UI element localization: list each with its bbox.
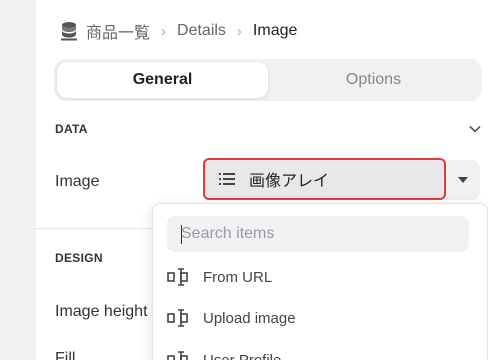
breadcrumb-item-image: Image <box>252 22 298 39</box>
chevron-down-icon[interactable] <box>468 122 482 136</box>
image-field-label: Image <box>55 173 100 190</box>
image-select[interactable]: 画像アレイ <box>203 158 446 200</box>
select-dropdown-toggle[interactable] <box>446 160 480 200</box>
tab-general[interactable]: General <box>57 62 268 98</box>
breadcrumb: 商品一覧 › Details › Image <box>60 20 297 42</box>
menu-item-from-url[interactable]: From URL <box>167 264 272 290</box>
breadcrumb-separator: › <box>236 22 242 40</box>
text-cursor-icon <box>167 268 188 286</box>
text-cursor-icon <box>167 309 188 327</box>
menu-item-label: Upload image <box>203 309 296 327</box>
breadcrumb-item-details[interactable]: Details <box>177 22 226 40</box>
menu-item-user-profile[interactable]: User Profile <box>167 347 281 360</box>
section-title-data: DATA <box>55 122 88 136</box>
tab-bar: General Options <box>54 59 482 101</box>
list-icon <box>219 173 235 185</box>
image-height-label: Image height <box>55 303 148 320</box>
database-icon <box>61 22 77 41</box>
caret-down-icon <box>458 177 468 183</box>
image-select-value: 画像アレイ <box>249 173 330 190</box>
fill-label: Fill <box>55 350 76 360</box>
menu-item-label: User Profile <box>203 351 282 360</box>
search-items-input[interactable] <box>167 216 469 252</box>
left-gutter <box>0 0 36 360</box>
breadcrumb-separator: › <box>161 22 167 40</box>
text-cursor-icon <box>167 351 188 360</box>
tab-options[interactable]: Options <box>268 62 479 98</box>
menu-item-upload-image[interactable]: Upload image <box>167 305 296 331</box>
breadcrumb-item-products[interactable]: 商品一覧 <box>86 19 150 43</box>
image-source-dropdown: From URL Upload image User Profile <box>152 203 488 360</box>
section-title-design: DESIGN <box>55 251 103 265</box>
menu-item-label: From URL <box>203 268 273 286</box>
text-caret <box>181 225 182 244</box>
